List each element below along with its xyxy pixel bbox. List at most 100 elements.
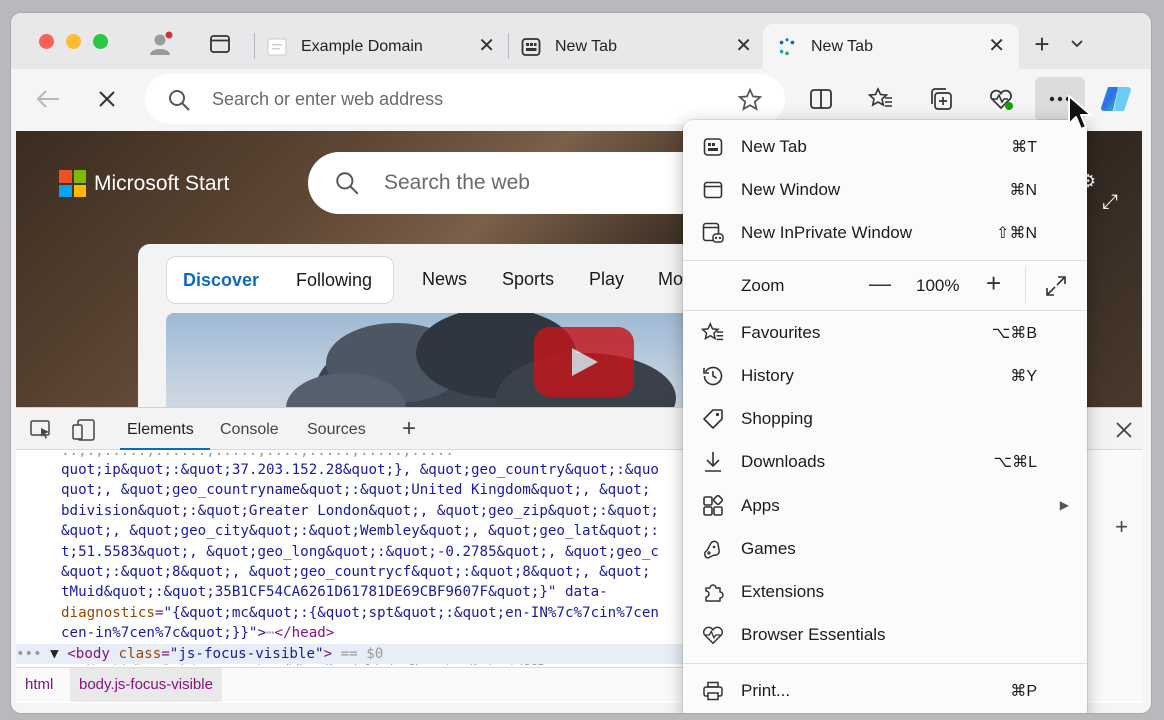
split-screen-icon (810, 89, 832, 109)
close-tab-icon[interactable]: ✕ (988, 36, 1005, 56)
new-tab-icon (700, 134, 726, 160)
close-window-button[interactable] (39, 34, 54, 49)
menu-item-new-inprivate-window[interactable]: New InPrivate Window ⇧⌘N (683, 211, 1087, 254)
back-button[interactable] (31, 82, 65, 116)
tab-new-tab-active[interactable]: New Tab ✕ (763, 24, 1019, 69)
nav-link-play[interactable]: Play (589, 269, 624, 290)
tab-example-domain[interactable]: Example Domain ✕ (264, 24, 509, 69)
nav-link-news[interactable]: News (422, 269, 467, 290)
print-icon (700, 678, 726, 704)
menu-item-new-window[interactable]: New Window ⌘N (683, 168, 1087, 211)
menu-item-extensions[interactable]: Extensions (683, 570, 1087, 613)
tab-actions-icon (210, 35, 230, 53)
page-icon (267, 37, 287, 57)
new-tab-button[interactable]: + (1029, 29, 1055, 59)
breadcrumb: html body.js-focus-visible (16, 667, 696, 702)
collections-icon (931, 88, 952, 110)
profile-button[interactable] (148, 31, 174, 57)
shopping-tag-icon (700, 406, 726, 432)
dom-tree-line[interactable]: diagnostics="{&quot;mc&quot;:{&quot;spt&… (16, 603, 696, 623)
new-window-icon (700, 177, 726, 203)
feed-toggle: Discover Following (166, 256, 394, 304)
split-screen-button[interactable] (804, 82, 838, 116)
close-tab-icon[interactable]: ✕ (478, 36, 495, 56)
apps-icon (700, 493, 726, 519)
search-icon (169, 90, 190, 111)
dom-tree-line[interactable]: quot;ip&quot;:&quot;37.203.152.28&quot;}… (16, 460, 696, 480)
favourites-icon (700, 320, 726, 346)
web-search-placeholder: Search the web (384, 171, 530, 194)
devtools-tab-elements[interactable]: Elements (127, 421, 194, 439)
brand-name: Microsoft Start (94, 171, 230, 195)
inspect-element-icon[interactable] (30, 420, 52, 440)
microsoft-logo-icon (59, 170, 86, 197)
devtools-tab-sources[interactable]: Sources (307, 421, 366, 439)
back-arrow-icon (36, 90, 59, 108)
inprivate-icon (700, 220, 726, 246)
expand-icon[interactable]: ⤢ (1102, 191, 1118, 214)
play-icon (572, 348, 598, 376)
favourite-star-icon[interactable] (737, 87, 763, 113)
nav-link-sports[interactable]: Sports (502, 269, 554, 290)
dom-tree-line[interactable]: &quot;:&quot;8&quot;, &quot;geo_countryc… (16, 562, 696, 582)
maximize-window-button[interactable] (93, 34, 108, 49)
menu-item-zoom: Zoom — 100% + (683, 261, 1087, 309)
history-icon (700, 363, 726, 389)
smoke-cloud-image (286, 313, 676, 407)
dom-tree-line[interactable]: &quot;, &quot;geo_city&quot;:&quot;Wembl… (16, 521, 696, 541)
microsoft-start-logo[interactable]: Microsoft Start (59, 170, 229, 197)
devtools-tab-console[interactable]: Console (220, 421, 279, 439)
submenu-arrow-icon: ▶ (1059, 498, 1069, 512)
games-icon (700, 536, 726, 562)
zoom-label: Zoom (741, 276, 785, 295)
zoom-in-button[interactable]: + (986, 270, 1001, 296)
dom-tree-line[interactable]: tMuid&quot;:&quot;35B1CF54CA6261D61781DE… (16, 582, 696, 602)
close-devtools-icon[interactable] (1115, 421, 1133, 439)
close-tab-icon[interactable]: ✕ (735, 36, 752, 56)
copilot-button[interactable] (1099, 82, 1133, 116)
tab-discover[interactable]: Discover (183, 270, 259, 291)
browser-window: Example Domain ✕ New Tab ✕ New Tab ✕ + S… (11, 13, 1151, 713)
nav-link-more[interactable]: Mo (658, 269, 683, 290)
favourites-button[interactable] (864, 82, 898, 116)
fullscreen-icon[interactable] (1045, 275, 1067, 297)
newtab-icon (521, 37, 541, 57)
breadcrumb-html[interactable]: html (16, 668, 62, 702)
browser-essentials-button[interactable] (984, 82, 1018, 116)
tab-title: New Tab (555, 37, 617, 55)
menu-item-games[interactable]: Games (683, 527, 1087, 570)
selected-dom-node[interactable]: ••• ▼ <body class="js-focus-visible"> ==… (16, 643, 696, 664)
menu-item-history[interactable]: History ⌘Y (683, 354, 1087, 397)
tab-title: New Tab (811, 37, 873, 55)
dom-tree[interactable]: ..,.,.....,......,.....,....,.....,.....… (16, 450, 696, 665)
tab-list-dropdown[interactable] (1064, 31, 1090, 57)
address-bar[interactable]: Search or enter web address (145, 74, 785, 124)
play-button[interactable] (534, 327, 634, 397)
minimize-window-button[interactable] (66, 34, 81, 49)
dom-tree-line[interactable]: bdivision&quot;:&quot;Greater London&quo… (16, 501, 696, 521)
new-style-rule-icon[interactable]: + (1115, 514, 1128, 540)
stop-loading-button[interactable] (90, 82, 124, 116)
menu-item-apps[interactable]: Apps ▶ (683, 484, 1087, 527)
collections-button[interactable] (924, 82, 958, 116)
dom-tree-line[interactable]: t;51.5583&quot;, &quot;geo_long&quot;:&q… (16, 542, 696, 562)
tab-following[interactable]: Following (296, 270, 372, 291)
zoom-out-button[interactable]: — (869, 273, 891, 295)
tab-new-tab[interactable]: New Tab ✕ (521, 24, 766, 69)
menu-item-shopping[interactable]: Shopping (683, 397, 1087, 440)
device-emulation-icon[interactable] (72, 419, 96, 441)
menu-item-new-tab[interactable]: New Tab ⌘T (683, 125, 1087, 168)
menu-item-browser-essentials[interactable]: Browser Essentials (683, 613, 1087, 656)
dom-tree-line[interactable]: quot;, &quot;geo_countryname&quot;:&quot… (16, 480, 696, 500)
dom-tree-line[interactable]: cen-in%7cen%7c&quot;}}">⋯</head> (16, 623, 696, 643)
breadcrumb-body[interactable]: body.js-focus-visible (70, 668, 222, 702)
menu-item-downloads[interactable]: Downloads ⌥⌘L (683, 440, 1087, 483)
tab-title: Example Domain (301, 37, 423, 55)
vertical-tabs-button[interactable] (207, 31, 233, 57)
zoom-level: 100% (916, 276, 960, 295)
menu-item-favourites[interactable]: Favourites ⌥⌘B (683, 311, 1087, 354)
favourites-list-icon (868, 87, 892, 107)
add-tool-icon[interactable]: + (402, 415, 416, 443)
video-thumbnail[interactable] (166, 313, 766, 407)
menu-item-print[interactable]: Print... ⌘P (683, 669, 1087, 712)
